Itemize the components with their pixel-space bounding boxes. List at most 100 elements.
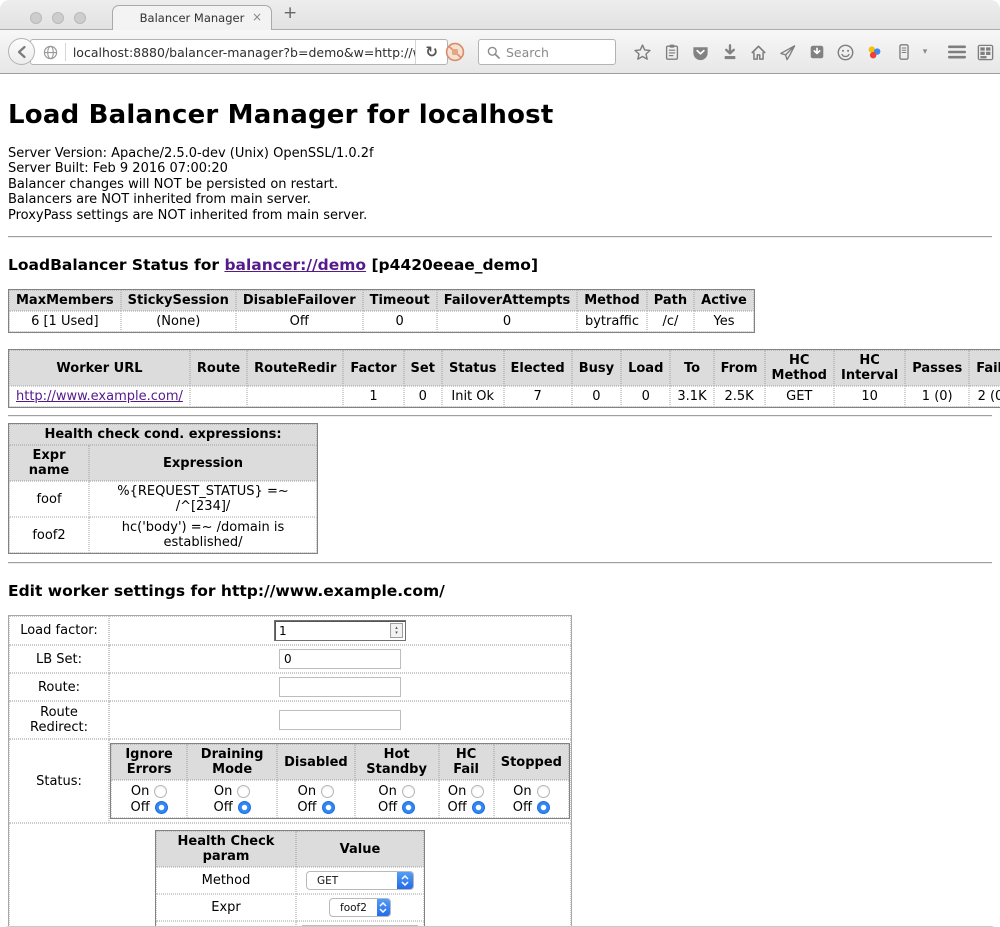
- balancer-demo-link[interactable]: balancer://demo: [224, 256, 366, 274]
- hc-row-interval: Interval (secs): [156, 921, 424, 926]
- radio-hot-standby-off[interactable]: [402, 801, 415, 814]
- download-icon[interactable]: [715, 39, 744, 65]
- block-icon[interactable]: [445, 42, 465, 66]
- tab-balancer-manager[interactable]: Balancer Manager ×: [112, 5, 272, 30]
- worker-url-link[interactable]: http://www.example.com/: [16, 389, 183, 404]
- dropdown-caret-icon[interactable]: ▾: [918, 47, 932, 57]
- bookmark-star-icon[interactable]: [628, 39, 657, 65]
- col-worker-url: Worker URL: [9, 350, 190, 386]
- status-cell-hot-standby: On Off: [355, 780, 439, 818]
- off-label: Off: [130, 800, 149, 815]
- hc-expressions-title: Health check cond. expressions:: [9, 424, 317, 445]
- load-factor-input[interactable]: 1 ▴▾: [274, 620, 406, 641]
- balancer-params-table: MaxMembers StickySession DisableFailover…: [8, 289, 755, 333]
- cell-hc-method: GET: [765, 386, 834, 407]
- route-redirect-label: Route Redirect:: [9, 701, 109, 739]
- heading-suffix: [p4420eeae_demo]: [366, 256, 538, 274]
- zoom-window-button[interactable]: [74, 12, 86, 24]
- col-draining-mode: Draining Mode: [187, 744, 277, 780]
- radio-disabled-off[interactable]: [322, 801, 335, 814]
- worker-row: http://www.example.com/ 1 0 Init Ok 7 0 …: [9, 386, 1000, 407]
- server-version-line: Server Version: Apache/2.5.0-dev (Unix) …: [8, 146, 992, 161]
- color-dots-icon[interactable]: [860, 39, 889, 65]
- route-label: Route:: [9, 673, 109, 701]
- radio-hot-standby-on[interactable]: [402, 785, 415, 798]
- status-label: Status:: [9, 739, 109, 823]
- tab-close-icon[interactable]: ×: [252, 10, 262, 24]
- expr-selected-value: foof2: [330, 902, 377, 914]
- status-cell-disabled: On Off: [277, 780, 355, 818]
- close-window-button[interactable]: [30, 12, 42, 24]
- radio-stopped-off[interactable]: [537, 801, 550, 814]
- on-label: On: [448, 784, 466, 799]
- minimize-window-button[interactable]: [52, 12, 64, 24]
- on-label: On: [131, 784, 149, 799]
- battery-icon[interactable]: [889, 39, 918, 65]
- cell-active: Yes: [694, 311, 754, 332]
- globe-icon[interactable]: [43, 45, 58, 60]
- edit-worker-heading: Edit worker settings for http://www.exam…: [8, 582, 992, 600]
- divider: [8, 562, 992, 564]
- lb-set-input[interactable]: [279, 649, 401, 669]
- col-hc-interval: HC Interval: [834, 350, 905, 386]
- status-cell-ignore-errors: On Off: [111, 780, 187, 818]
- route-redirect-input[interactable]: [279, 710, 401, 730]
- radio-stopped-on[interactable]: [537, 785, 550, 798]
- expr-row: foof %{REQUEST_STATUS} =~ /^[234]/: [9, 481, 317, 517]
- method-select[interactable]: GET: [306, 871, 414, 890]
- cell-failoverattempts: 0: [437, 311, 578, 332]
- cell-from: 2.5K: [714, 386, 765, 407]
- col-load: Load: [621, 350, 670, 386]
- radio-ignore-errors-off[interactable]: [155, 801, 168, 814]
- cell-maxmembers: 6 [1 Used]: [9, 311, 121, 332]
- cell-elected: 7: [504, 386, 572, 407]
- col-hot-standby: Hot Standby: [355, 744, 439, 780]
- hc-expressions-table: Health check cond. expressions: Expr nam…: [8, 423, 318, 554]
- on-label: On: [298, 784, 316, 799]
- forum-smiley-icon[interactable]: [831, 39, 860, 65]
- persist-notice-line: Balancer changes will NOT be persisted o…: [8, 177, 992, 192]
- route-input[interactable]: [279, 677, 401, 697]
- cell-route: [190, 386, 247, 407]
- radio-ignore-errors-on[interactable]: [154, 785, 167, 798]
- radio-hc-fail-off[interactable]: [472, 801, 485, 814]
- radio-disabled-on[interactable]: [321, 785, 334, 798]
- inherit-notice-line: Balancers are NOT inherited from main se…: [8, 192, 992, 207]
- off-label: Off: [448, 800, 467, 815]
- off-label: Off: [378, 800, 397, 815]
- cell-method: bytraffic: [577, 311, 646, 332]
- cell-to: 3.1K: [670, 386, 713, 407]
- reload-button[interactable]: ↻: [415, 40, 447, 64]
- interval-input[interactable]: [302, 925, 418, 926]
- load-factor-value[interactable]: 1: [275, 624, 390, 638]
- url-bar[interactable]: localhost:8880/balancer-manager?b=demo&w…: [30, 39, 448, 65]
- url-text[interactable]: localhost:8880/balancer-manager?b=demo&w…: [73, 45, 416, 60]
- workers-table: Worker URL Route RouteRedir Factor Set S…: [8, 349, 1000, 408]
- clipboard-icon[interactable]: [657, 39, 686, 65]
- back-button[interactable]: [8, 38, 35, 65]
- pocket-icon[interactable]: [686, 39, 715, 65]
- col-hc-param: Health Check param: [156, 831, 296, 867]
- home-icon[interactable]: [744, 39, 773, 65]
- cell-stickysession: (None): [121, 311, 236, 332]
- search-bar[interactable]: Search: [478, 39, 616, 65]
- radio-draining-mode-off[interactable]: [238, 801, 251, 814]
- cell-fails: 2 (0): [969, 386, 1000, 407]
- cell-hc-interval: 10: [834, 386, 905, 407]
- send-icon[interactable]: [773, 39, 802, 65]
- cell-timeout: 0: [363, 311, 437, 332]
- radio-hc-fail-on[interactable]: [471, 785, 484, 798]
- new-tab-button[interactable]: +: [283, 3, 297, 23]
- menu-icon[interactable]: [942, 39, 971, 65]
- method-selected-value: GET: [307, 875, 397, 887]
- save-to-device-icon[interactable]: [802, 39, 831, 65]
- edit-worker-form: Load factor: 1 ▴▾ LB Set: Route: Route R…: [8, 615, 572, 926]
- number-stepper-icon[interactable]: ▴▾: [390, 623, 403, 638]
- expr-select[interactable]: foof2: [329, 898, 391, 917]
- search-placeholder[interactable]: Search: [506, 45, 549, 60]
- on-label: On: [214, 784, 232, 799]
- radio-draining-mode-on[interactable]: [237, 785, 250, 798]
- tab-grid-icon[interactable]: [971, 39, 1000, 65]
- col-elected: Elected: [504, 350, 572, 386]
- hc-row-method: Method GET: [156, 867, 424, 894]
